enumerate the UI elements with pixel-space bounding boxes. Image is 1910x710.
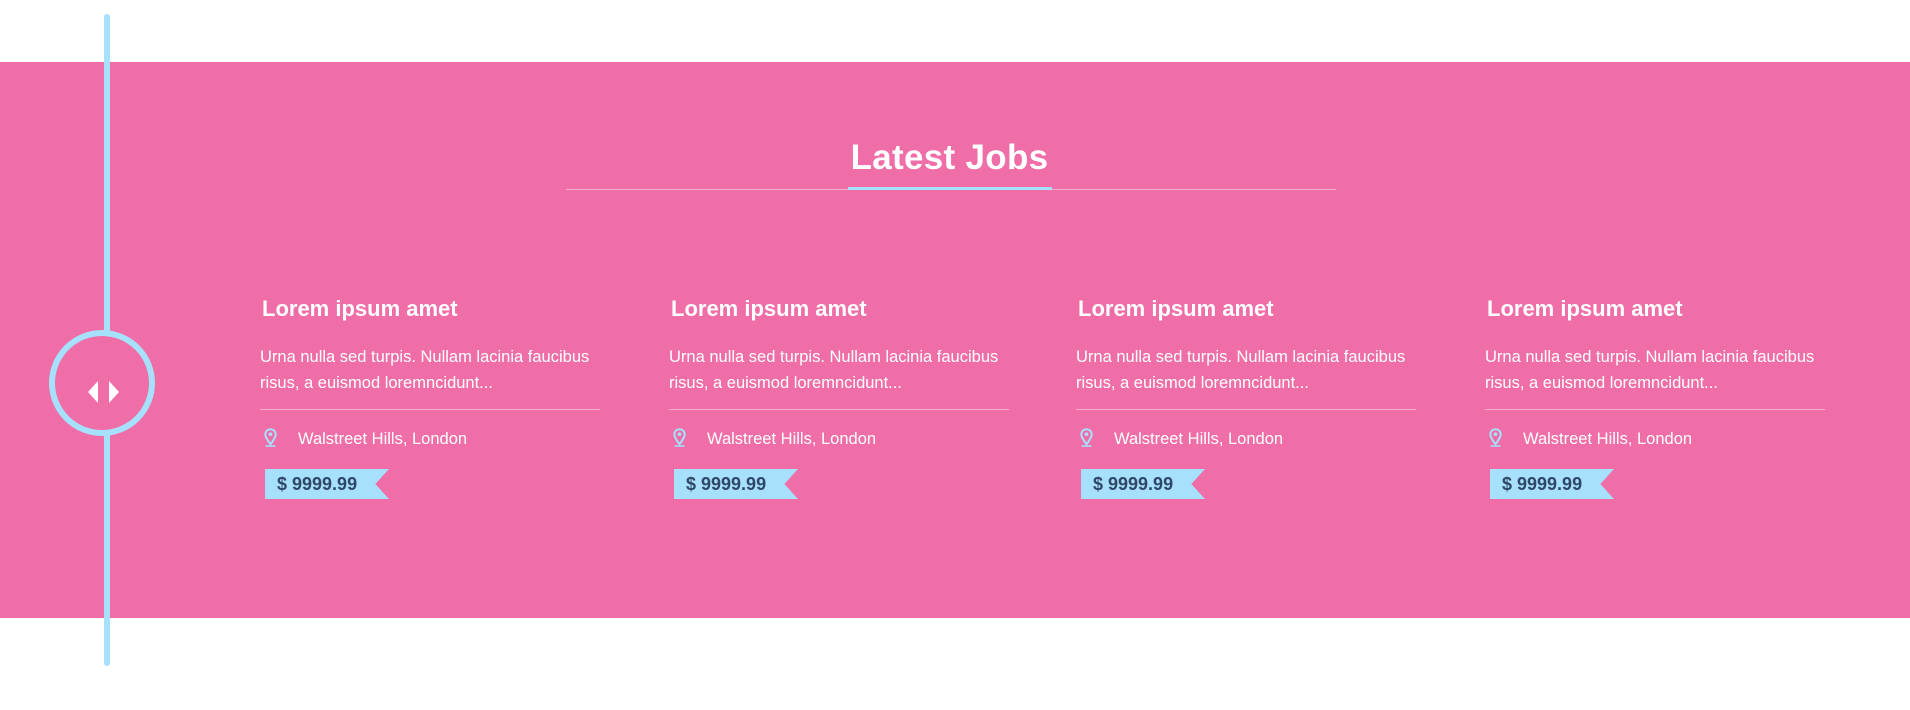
job-location: Walstreet Hills, London [298,430,468,448]
section-title: Latest Jobs [850,138,1049,177]
price-tag: $ 9999.99 [1081,469,1205,499]
caret-left-icon[interactable] [88,381,98,403]
price-tag: $ 9999.99 [674,469,798,499]
job-title[interactable]: Lorem ipsum amet [1487,296,1683,322]
job-location: Walstreet Hills, London [1523,430,1693,448]
map-pin-icon [1080,428,1093,447]
caret-right-icon[interactable] [109,381,119,403]
job-location: Walstreet Hills, London [707,430,877,448]
price-tag: $ 9999.99 [1490,469,1614,499]
job-title[interactable]: Lorem ipsum amet [1078,296,1274,322]
job-title[interactable]: Lorem ipsum amet [262,296,458,322]
job-title[interactable]: Lorem ipsum amet [671,296,867,322]
job-description: Urna nulla sed turpis. Nullam lacinia fa… [260,348,590,392]
map-pin-icon [673,428,686,447]
card-divider [669,409,1009,410]
price-tag: $ 9999.99 [265,469,389,499]
job-description: Urna nulla sed turpis. Nullam lacinia fa… [1485,348,1815,392]
card-divider [260,409,600,410]
job-description: Urna nulla sed turpis. Nullam lacinia fa… [1076,348,1406,392]
map-pin-icon [264,428,277,447]
title-accent-underline [848,187,1052,190]
card-divider [1076,409,1416,410]
job-description: Urna nulla sed turpis. Nullam lacinia fa… [669,348,999,392]
carousel-navigator[interactable] [49,330,155,436]
map-pin-icon [1489,428,1502,447]
job-location: Walstreet Hills, London [1114,430,1284,448]
card-divider [1485,409,1825,410]
